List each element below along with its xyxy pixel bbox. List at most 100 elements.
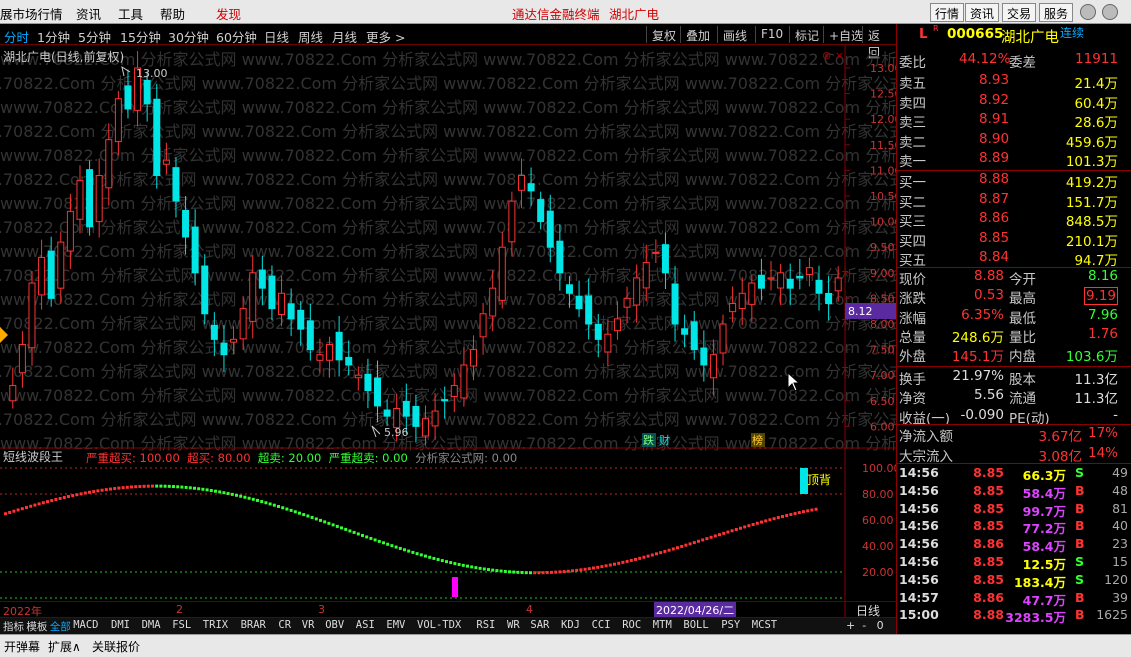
- info-button[interactable]: 资讯: [965, 3, 1000, 22]
- adjust-button[interactable]: 复权: [646, 26, 681, 43]
- indicator-tab-kdj[interactable]: KDJ: [561, 619, 580, 631]
- stat-row: 收益(一) -0.090 PE(动) -: [897, 407, 1131, 427]
- chart-area[interactable]: www.70822.Com 分析家公式网 www.70822.Com 分析家公式…: [0, 45, 896, 630]
- maximize-icon[interactable]: [1102, 4, 1118, 20]
- menu-help[interactable]: 帮助: [160, 4, 185, 23]
- sell-level-label: 卖一: [899, 154, 926, 170]
- buy-row: 买五 8.84 94.7万: [897, 249, 1131, 269]
- minimize-icon[interactable]: [1080, 4, 1096, 20]
- period-more[interactable]: 更多 >: [366, 27, 405, 46]
- period-15min[interactable]: 15分钟: [120, 27, 161, 46]
- watermark-text: www.70822.Com 分析家公式网 www.70822.Com 分析家公式…: [0, 362, 896, 381]
- indicator-tab-cci[interactable]: CCI: [592, 619, 611, 631]
- osc-point: [335, 524, 339, 528]
- buy-row: 买四 8.85 210.1万: [897, 230, 1131, 250]
- menu-news[interactable]: 资讯: [76, 4, 101, 23]
- period-weekly[interactable]: 周线: [298, 27, 323, 46]
- tick-time: 14:56: [899, 536, 939, 552]
- indicator-tab-wr[interactable]: WR: [507, 619, 520, 631]
- tag-rank[interactable]: 榜: [752, 433, 763, 447]
- osc-point: [810, 508, 814, 512]
- indicator-tab-psy[interactable]: PSY: [721, 619, 740, 631]
- menu-tools[interactable]: 工具: [118, 4, 143, 23]
- osc-point: [466, 564, 469, 568]
- osc-point: [268, 502, 272, 506]
- osc-point: [499, 569, 503, 573]
- osc-point: [705, 537, 709, 541]
- candle-body: [287, 303, 295, 320]
- market-button[interactable]: 行情: [930, 3, 965, 22]
- sell-level-label: 卖四: [899, 95, 926, 112]
- indicator-tab-mtm[interactable]: MTM: [653, 619, 672, 631]
- close-chart-icon[interactable]: ⊗ ×: [822, 49, 844, 62]
- trade-button[interactable]: 交易: [1002, 3, 1037, 22]
- menu-discover[interactable]: 发现: [216, 4, 241, 23]
- indicator-tab-fsl[interactable]: FSL: [172, 619, 191, 631]
- candle-body: [527, 183, 535, 192]
- period-1min[interactable]: 1分钟: [37, 27, 70, 46]
- overlay-button[interactable]: 叠加: [680, 26, 715, 43]
- legend-item: 严重超卖: 0.00: [328, 451, 408, 465]
- draw-button[interactable]: 画线: [717, 26, 752, 43]
- tick-side: S: [1075, 465, 1085, 480]
- tick-row: 14:56 8.85 183.4万 S 120: [897, 572, 1131, 591]
- osc-point: [398, 546, 402, 550]
- tick-row: 14:56 8.85 66.3万 S 49: [897, 465, 1131, 484]
- indicator-tab-brar[interactable]: BRAR: [241, 619, 266, 631]
- osc-point: [151, 484, 154, 488]
- period-intraday[interactable]: 分时: [4, 27, 29, 46]
- indicator-tab-全部[interactable]: 全部: [50, 619, 71, 634]
- indicator-tab-rsi[interactable]: RSI: [476, 619, 495, 631]
- kline-chart[interactable]: www.70822.Com 分析家公式网 www.70822.Com 分析家公式…: [0, 45, 896, 617]
- weicha-label: 委差: [1009, 55, 1036, 71]
- indicator-tab-asi[interactable]: ASI: [356, 619, 375, 631]
- stat-label: 今开: [1009, 272, 1036, 288]
- osc-point: [667, 548, 671, 552]
- indicator-tab-模板[interactable]: 模板: [26, 619, 47, 634]
- continuous-link[interactable]: 连续: [1060, 24, 1084, 41]
- service-button[interactable]: 服务: [1039, 3, 1074, 22]
- x-label: 2: [176, 603, 183, 616]
- indicator-tab-emv[interactable]: EMV: [386, 619, 405, 631]
- zoom-controls[interactable]: + - 0: [846, 619, 884, 632]
- indicator-tab-vr[interactable]: VR: [302, 619, 315, 631]
- indicator-tab-vol-tdx[interactable]: VOL-TDX: [417, 619, 461, 631]
- indicator-tab-trix[interactable]: TRIX: [203, 619, 228, 631]
- indicator-tab-boll[interactable]: BOLL: [683, 619, 708, 631]
- indicator-tab-macd[interactable]: MACD: [73, 619, 98, 631]
- osc-point: [524, 571, 528, 575]
- indicator-tab-指标[interactable]: 指标: [3, 619, 24, 634]
- stat-value: 145.1万: [951, 349, 1004, 366]
- f10-button[interactable]: F10: [755, 26, 788, 43]
- osc-point: [692, 541, 696, 545]
- period-daily[interactable]: 日线: [264, 27, 289, 46]
- indicator-tab-cr[interactable]: CR: [278, 619, 291, 631]
- period-30min[interactable]: 30分钟: [168, 27, 209, 46]
- indicator-tab-roc[interactable]: ROC: [622, 619, 641, 631]
- indicator-tab-dma[interactable]: DMA: [142, 619, 161, 631]
- candle-body: [422, 418, 429, 437]
- y-label: 10.00: [870, 216, 896, 229]
- period-60min[interactable]: 60分钟: [216, 27, 257, 46]
- watermark-text: www.70822.Com 分析家公式网 www.70822.Com 分析家公式…: [0, 50, 896, 69]
- tag-finance[interactable]: 财: [659, 433, 670, 447]
- back-button[interactable]: 返回: [862, 26, 896, 60]
- danmaku-toggle[interactable]: 开弹幕: [4, 638, 40, 655]
- linked-quote-toggle[interactable]: 关联报价: [92, 638, 140, 655]
- tick-count: 40: [1112, 518, 1128, 534]
- osc-point: [722, 531, 726, 535]
- candle-body: [738, 292, 746, 309]
- menu-market[interactable]: 展市场行情: [0, 4, 63, 23]
- mark-button[interactable]: 标记: [789, 26, 824, 43]
- period-monthly[interactable]: 月线: [332, 27, 357, 46]
- indicator-tab-obv[interactable]: OBV: [325, 619, 344, 631]
- candle-body: [537, 199, 545, 223]
- osc-point: [617, 561, 621, 565]
- tag-drop[interactable]: 跌: [643, 433, 654, 447]
- indicator-tab-mcst[interactable]: MCST: [752, 619, 777, 631]
- period-5min[interactable]: 5分钟: [78, 27, 111, 46]
- osc-point: [88, 490, 91, 494]
- expand-toggle[interactable]: 扩展∧: [48, 638, 81, 655]
- indicator-tab-sar[interactable]: SAR: [530, 619, 549, 631]
- indicator-tab-dmi[interactable]: DMI: [111, 619, 130, 631]
